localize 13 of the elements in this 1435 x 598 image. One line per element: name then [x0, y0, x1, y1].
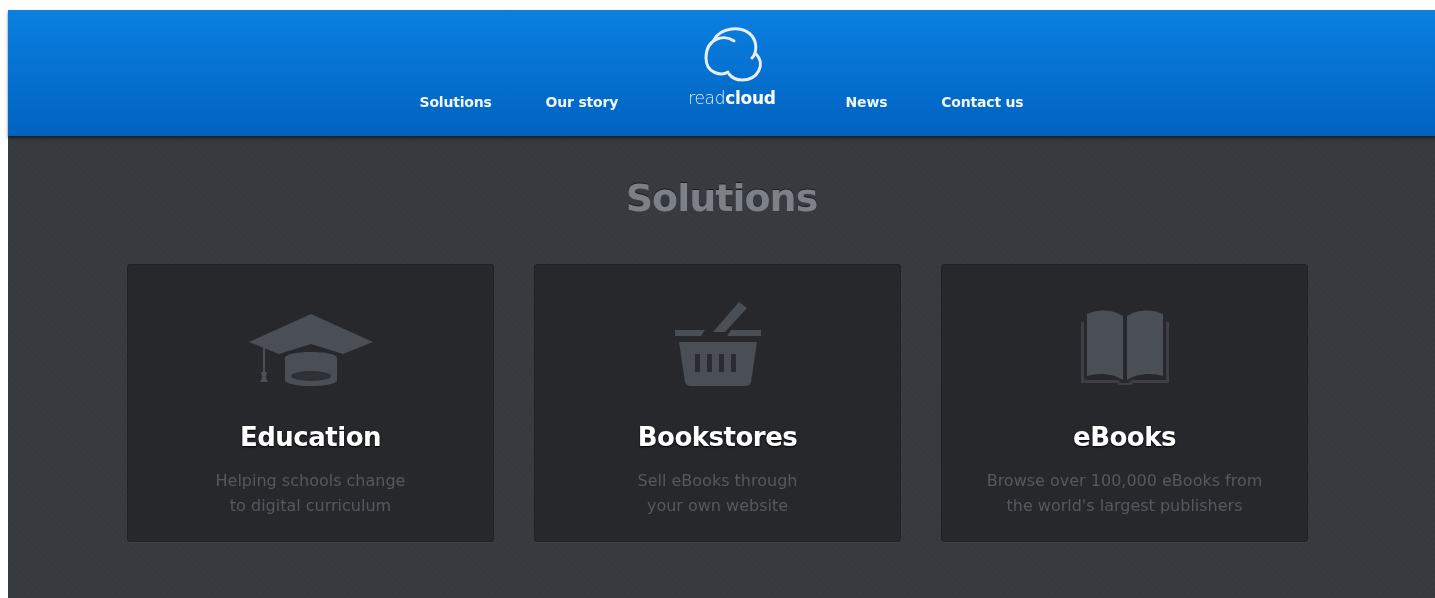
logo[interactable]: readcloud	[688, 26, 776, 108]
nav-link[interactable]: Our story	[545, 94, 619, 110]
card-title: Education	[239, 422, 382, 452]
graduation-cap-icon	[248, 314, 373, 386]
card-title: Bookstores	[637, 422, 798, 452]
nav-link[interactable]: News	[845, 94, 888, 110]
nav-link[interactable]: Contact us	[941, 94, 1024, 110]
nav-link[interactable]: Solutions	[419, 94, 492, 110]
open-book-icon	[1079, 310, 1170, 386]
logo-wordmark: readcloud	[688, 88, 776, 108]
card-title: eBooks	[1073, 422, 1176, 452]
basket-icon	[672, 300, 763, 386]
section-title: Solutions	[624, 175, 819, 220]
